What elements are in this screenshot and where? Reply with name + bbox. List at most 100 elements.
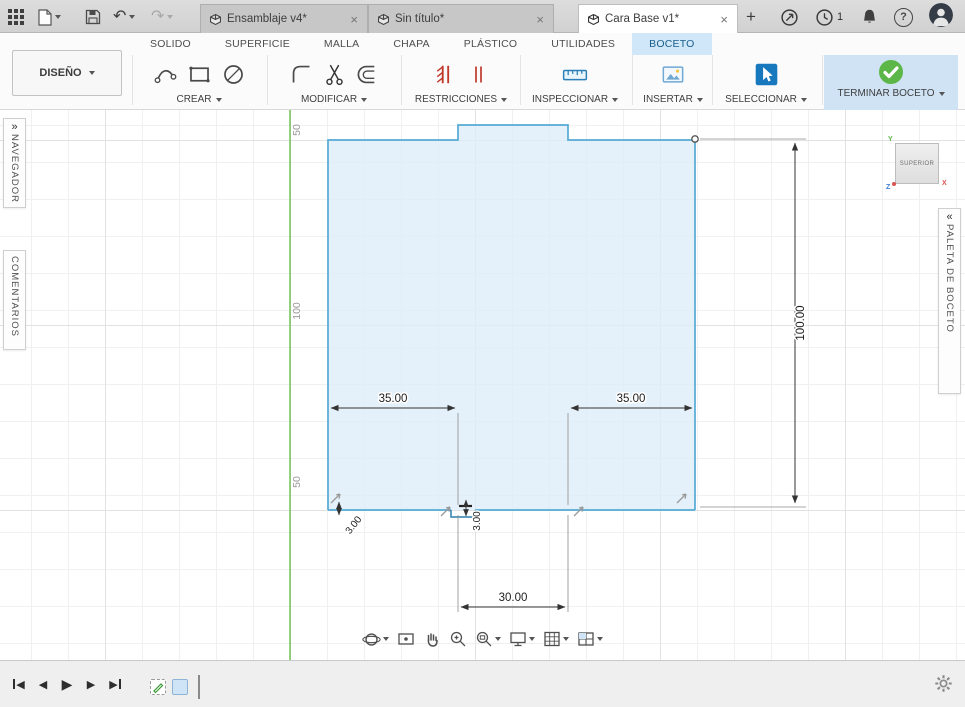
dim-width-left[interactable]: 35.00 — [377, 392, 409, 407]
timeline-settings-button[interactable] — [934, 674, 953, 693]
workspace-selector[interactable]: DISEÑO — [12, 50, 122, 96]
fix-constraint-button[interactable] — [434, 62, 458, 87]
pan-button[interactable] — [423, 630, 441, 648]
dim-thickness-b[interactable]: 3.00 — [471, 509, 485, 532]
finish-sketch-dropdown[interactable]: TERMINAR BOCETO — [824, 88, 958, 99]
undo-button[interactable]: ↶ — [113, 6, 136, 28]
axis-z-label: Z — [886, 184, 891, 191]
origin-dot — [892, 182, 896, 186]
circle-icon — [223, 64, 243, 84]
titlebar: ↶ ↷ Ensamblaje v4* × Sin título* × Cara … — [0, 0, 965, 33]
play-button[interactable]: ▶ — [58, 675, 76, 693]
circle-tool-button[interactable] — [221, 62, 246, 87]
chevron-down-icon — [215, 97, 222, 102]
dim-width-bottom[interactable]: 30.00 — [497, 591, 529, 606]
magnifier-plus-icon — [450, 631, 466, 647]
ruler-icon — [562, 69, 588, 80]
app-grid-menu-icon[interactable] — [8, 6, 24, 28]
account-avatar[interactable] — [929, 3, 953, 27]
doc-tab-cara-base[interactable]: Cara Base v1* × — [578, 4, 738, 33]
workspace-label: DISEÑO — [39, 67, 82, 79]
chevron-down-icon — [167, 15, 174, 19]
view-cube[interactable]: SUPERIOR Y X Z — [886, 136, 948, 198]
trim-tool-button[interactable] — [323, 62, 346, 87]
zoom-window-button[interactable] — [475, 630, 501, 648]
modificar-dropdown[interactable]: MODIFICAR — [272, 94, 396, 105]
job-status-button[interactable]: 1 — [815, 6, 843, 28]
inspeccionar-dropdown[interactable]: INSPECCIONAR — [524, 94, 626, 105]
axis-x-label: X — [942, 180, 947, 187]
document-cube-icon — [210, 13, 221, 25]
dim-thickness-a[interactable]: 3.00 — [342, 513, 366, 538]
document-cube-icon — [378, 13, 389, 25]
look-at-button[interactable] — [397, 630, 415, 648]
gear-icon — [935, 675, 952, 692]
orbit-button[interactable] — [362, 630, 389, 649]
go-to-start-button[interactable]: ◀ — [10, 675, 28, 693]
dim-height[interactable]: 100.00 — [794, 304, 809, 342]
help-button[interactable]: ? — [894, 6, 913, 28]
grid-label: 50 — [291, 476, 303, 488]
tab-utilidades[interactable]: UTILIDADES — [534, 33, 632, 55]
close-icon[interactable]: × — [530, 12, 544, 27]
insertar-dropdown[interactable]: INSERTAR — [636, 94, 710, 105]
restricciones-label: RESTRICCIONES — [414, 94, 498, 105]
notifications-button[interactable] — [861, 6, 878, 28]
sketch-profile-region[interactable] — [328, 125, 695, 510]
select-tool-button[interactable] — [754, 62, 779, 87]
go-to-end-button[interactable]: ▶ — [106, 675, 124, 693]
constraint-hatch-icon — [436, 65, 449, 83]
sketch-geometry: 50 100 50 35.00 35.00 100.00 30.00 3.00 … — [289, 110, 809, 660]
doc-tab-label: Sin título* — [395, 13, 445, 25]
dim-width-right[interactable]: 35.00 — [615, 392, 647, 407]
file-menu-button[interactable] — [38, 6, 61, 28]
panel-comentarios[interactable]: COMENTARIOS — [3, 250, 26, 350]
tab-superficie[interactable]: SUPERFICIE — [208, 33, 307, 55]
offset-tool-button[interactable] — [355, 62, 380, 87]
ribbon-tab-bar: SOLIDO SUPERFICIE MALLA CHAPA PLÁSTICO U… — [133, 33, 712, 55]
save-icon — [85, 9, 101, 25]
step-forward-button[interactable]: ▶ — [82, 675, 100, 693]
close-icon[interactable]: × — [344, 12, 358, 27]
timeline-sketch-feature[interactable] — [150, 679, 166, 695]
line-tool-button[interactable] — [153, 62, 178, 87]
grid-settings-button[interactable] — [543, 630, 569, 648]
sketch-canvas[interactable]: 50 100 50 35.00 35.00 100.00 30.00 3.00 … — [0, 110, 965, 660]
toolbar-separator — [401, 55, 402, 105]
new-tab-button[interactable]: + — [746, 6, 756, 28]
view-cube-face[interactable]: SUPERIOR — [895, 143, 939, 184]
redo-button[interactable]: ↷ — [151, 6, 174, 28]
save-button[interactable] — [85, 6, 101, 28]
tab-boceto[interactable]: BOCETO — [632, 33, 712, 55]
timeline-feature[interactable] — [172, 679, 188, 695]
step-back-button[interactable]: ◀ — [34, 675, 52, 693]
extensions-button[interactable] — [780, 6, 799, 28]
sketch-point[interactable] — [691, 135, 699, 143]
crear-dropdown[interactable]: CREAR — [138, 94, 260, 105]
timeline-marker[interactable] — [198, 675, 200, 699]
tab-malla[interactable]: MALLA — [307, 33, 376, 55]
zoom-button[interactable] — [449, 630, 467, 648]
doc-tab-ensamblaje[interactable]: Ensamblaje v4* × — [200, 4, 368, 33]
finish-sketch-button[interactable]: TERMINAR BOCETO — [824, 55, 958, 110]
offset-icon — [357, 65, 374, 83]
parallel-constraint-button[interactable] — [467, 62, 489, 87]
display-settings-button[interactable] — [509, 630, 535, 648]
viewports-button[interactable] — [577, 630, 603, 648]
extensions-icon — [781, 8, 798, 26]
tab-plastico[interactable]: PLÁSTICO — [447, 33, 535, 55]
fillet-tool-button[interactable] — [289, 62, 314, 87]
close-icon[interactable]: × — [714, 12, 728, 27]
insert-image-button[interactable] — [660, 62, 686, 87]
group-insertar: INSERTAR — [636, 55, 710, 109]
doc-tab-sin-titulo[interactable]: Sin título* × — [368, 4, 554, 33]
tab-solido[interactable]: SOLIDO — [133, 33, 208, 55]
seleccionar-dropdown[interactable]: SELECCIONAR — [714, 94, 818, 105]
tab-chapa[interactable]: CHAPA — [376, 33, 446, 55]
rectangle-tool-button[interactable] — [187, 62, 212, 87]
navigation-bar — [362, 626, 603, 652]
panel-paleta-boceto[interactable]: « PALETA DE BOCETO — [938, 208, 961, 394]
restricciones-dropdown[interactable]: RESTRICCIONES — [406, 94, 516, 105]
measure-tool-button[interactable] — [561, 62, 589, 87]
panel-navegador[interactable]: » NAVEGADOR — [3, 118, 26, 208]
